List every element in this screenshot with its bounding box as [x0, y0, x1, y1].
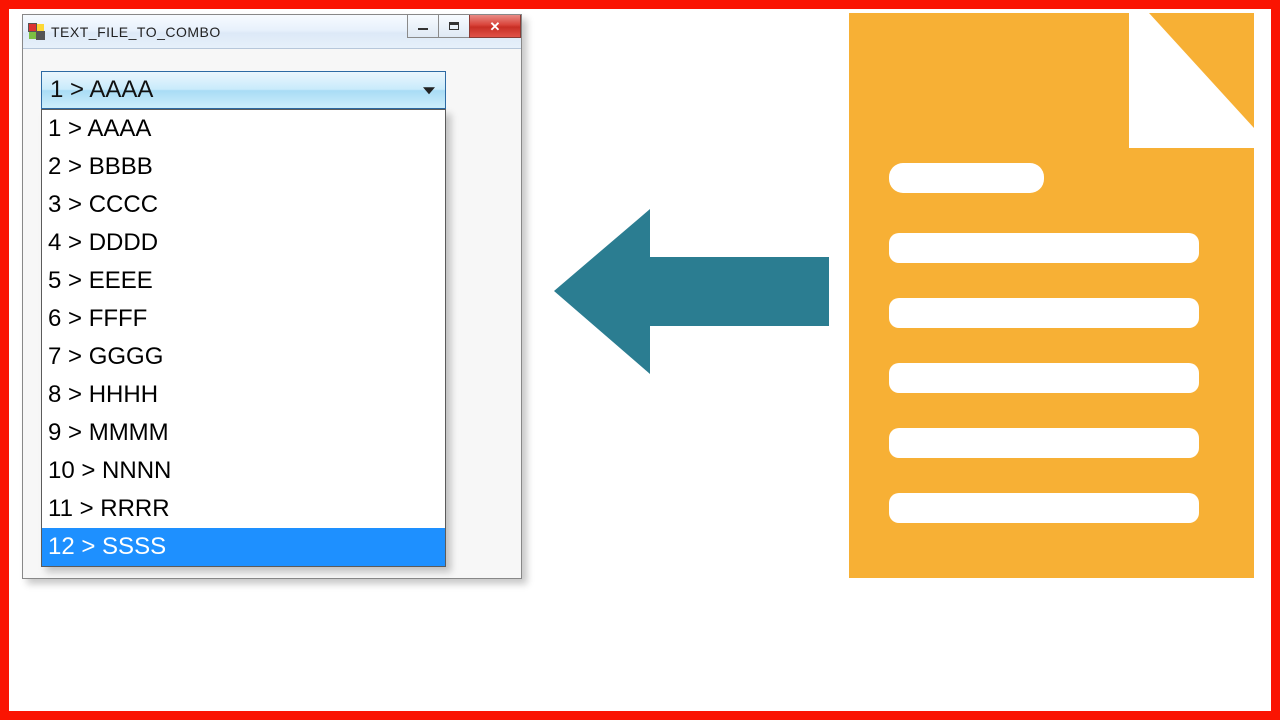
close-button[interactable]: ✕ [469, 15, 521, 38]
combobox-item[interactable]: 6 > FFFF [42, 300, 445, 338]
combobox-item[interactable]: 9 > MMMM [42, 414, 445, 452]
combobox-selected-text: 1 > AAAA [50, 76, 153, 104]
combobox-item[interactable]: 11 > RRRR [42, 490, 445, 528]
titlebar: TEXT_FILE_TO_COMBO ✕ [23, 15, 521, 49]
window-title: TEXT_FILE_TO_COMBO [51, 24, 221, 40]
minimize-icon [418, 28, 428, 30]
maximize-icon [449, 22, 459, 30]
combobox-item[interactable]: 7 > GGGG [42, 338, 445, 376]
close-icon: ✕ [490, 20, 501, 33]
combobox-item[interactable]: 10 > NNNN [42, 452, 445, 490]
minimize-button[interactable] [407, 15, 439, 38]
window-buttons: ✕ [408, 15, 521, 38]
app-icon [29, 24, 45, 40]
combobox-dropdown[interactable]: 1 > AAAA2 > BBBB3 > CCCC4 > DDDD5 > EEEE… [41, 109, 446, 567]
combobox-item[interactable]: 2 > BBBB [42, 148, 445, 186]
combobox-item[interactable]: 8 > HHHH [42, 376, 445, 414]
combobox-item[interactable]: 12 > SSSS [42, 528, 445, 566]
arrow-left-icon [554, 209, 829, 374]
chevron-down-icon [423, 87, 435, 94]
maximize-button[interactable] [438, 15, 470, 38]
combobox-item[interactable]: 5 > EEEE [42, 262, 445, 300]
combobox[interactable]: 1 > AAAA [41, 71, 446, 109]
combobox-item[interactable]: 3 > CCCC [42, 186, 445, 224]
combobox-item[interactable]: 1 > AAAA [42, 110, 445, 148]
document-icon [829, 13, 1254, 578]
combobox-item[interactable]: 4 > DDDD [42, 224, 445, 262]
